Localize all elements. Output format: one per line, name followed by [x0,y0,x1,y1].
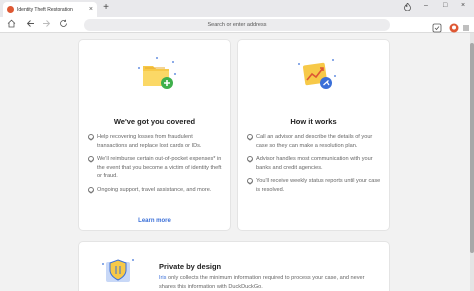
tab-close-icon[interactable]: × [89,6,93,13]
list-item: You'll receive weekly status reports unt… [247,177,381,194]
page-scrollbar[interactable] [470,33,474,291]
list-item-text: Ongoing support, travel assistance, and … [97,186,212,193]
privacy-title: Private by design [159,262,222,271]
how-it-works-title: How it works [290,117,337,126]
tab-bar: Identity Theft Restoration × + – □ × [0,0,474,17]
how-it-works-card: How it works Call an advisor and describ… [237,39,390,231]
address-bar[interactable]: Search or enter address [84,19,390,31]
check-circle-icon [247,178,253,185]
back-icon[interactable] [24,19,36,31]
check-circle-icon [88,156,94,163]
toolbar: Search or enter address [0,17,474,33]
list-item: Call an advisor and describe the details… [247,133,381,150]
page-content: We've got you covered Help recovering lo… [0,33,470,291]
home-icon[interactable] [5,19,17,31]
list-item: Ongoing support, travel assistance, and … [88,186,222,195]
list-item-text: Help recovering losses from fraudulent t… [97,134,202,149]
menu-icon[interactable] [461,20,471,31]
coverage-list: Help recovering losses from fraudulent t… [88,133,222,200]
how-it-works-list: Call an advisor and describe the details… [247,133,381,200]
privacy-text: Iris only collects the minimum informati… [159,274,379,291]
list-item-text: We'll reimburse certain out-of-pocket ex… [97,156,222,180]
reload-icon[interactable] [57,19,69,31]
tab-title: Identity Theft Restoration [17,6,73,13]
duckduckgo-logo-icon[interactable] [449,20,459,33]
close-window-button[interactable]: × [461,2,465,9]
check-circle-icon [247,134,253,140]
fire-icon[interactable] [404,2,411,13]
list-item-text: Advisor handles most communication with … [256,156,373,171]
minimize-button[interactable]: – [424,2,428,9]
privacy-text-rest: only collects the minimum information re… [159,275,365,290]
privacy-dashboard-icon[interactable] [432,20,442,33]
duckduckgo-favicon-icon [7,6,14,13]
shield-folder-illustration-icon [102,259,134,282]
scrollbar-thumb[interactable] [470,43,474,253]
list-item: Help recovering losses from fraudulent t… [88,133,222,150]
folder-plus-illustration-icon [138,57,176,89]
new-tab-button[interactable]: + [100,2,112,14]
coverage-title: We've got you covered [113,117,196,126]
list-item-text: You'll receive weekly status reports unt… [256,178,381,193]
learn-more-link[interactable]: Learn more [79,218,230,224]
list-item-text: Call an advisor and describe the details… [256,134,373,149]
check-circle-icon [247,156,253,163]
active-tab[interactable]: Identity Theft Restoration × [3,2,97,17]
list-item: Advisor handles most communication with … [247,155,381,172]
coverage-card: We've got you covered Help recovering lo… [78,39,231,231]
privacy-card: Private by design Iris only collects the… [78,241,390,291]
maximize-button[interactable]: □ [443,2,447,9]
chart-badge-illustration-icon [298,59,336,89]
forward-icon[interactable] [40,19,52,31]
check-circle-icon [88,134,94,140]
list-item: We'll reimburse certain out-of-pocket ex… [88,155,222,181]
check-circle-icon [88,186,94,193]
